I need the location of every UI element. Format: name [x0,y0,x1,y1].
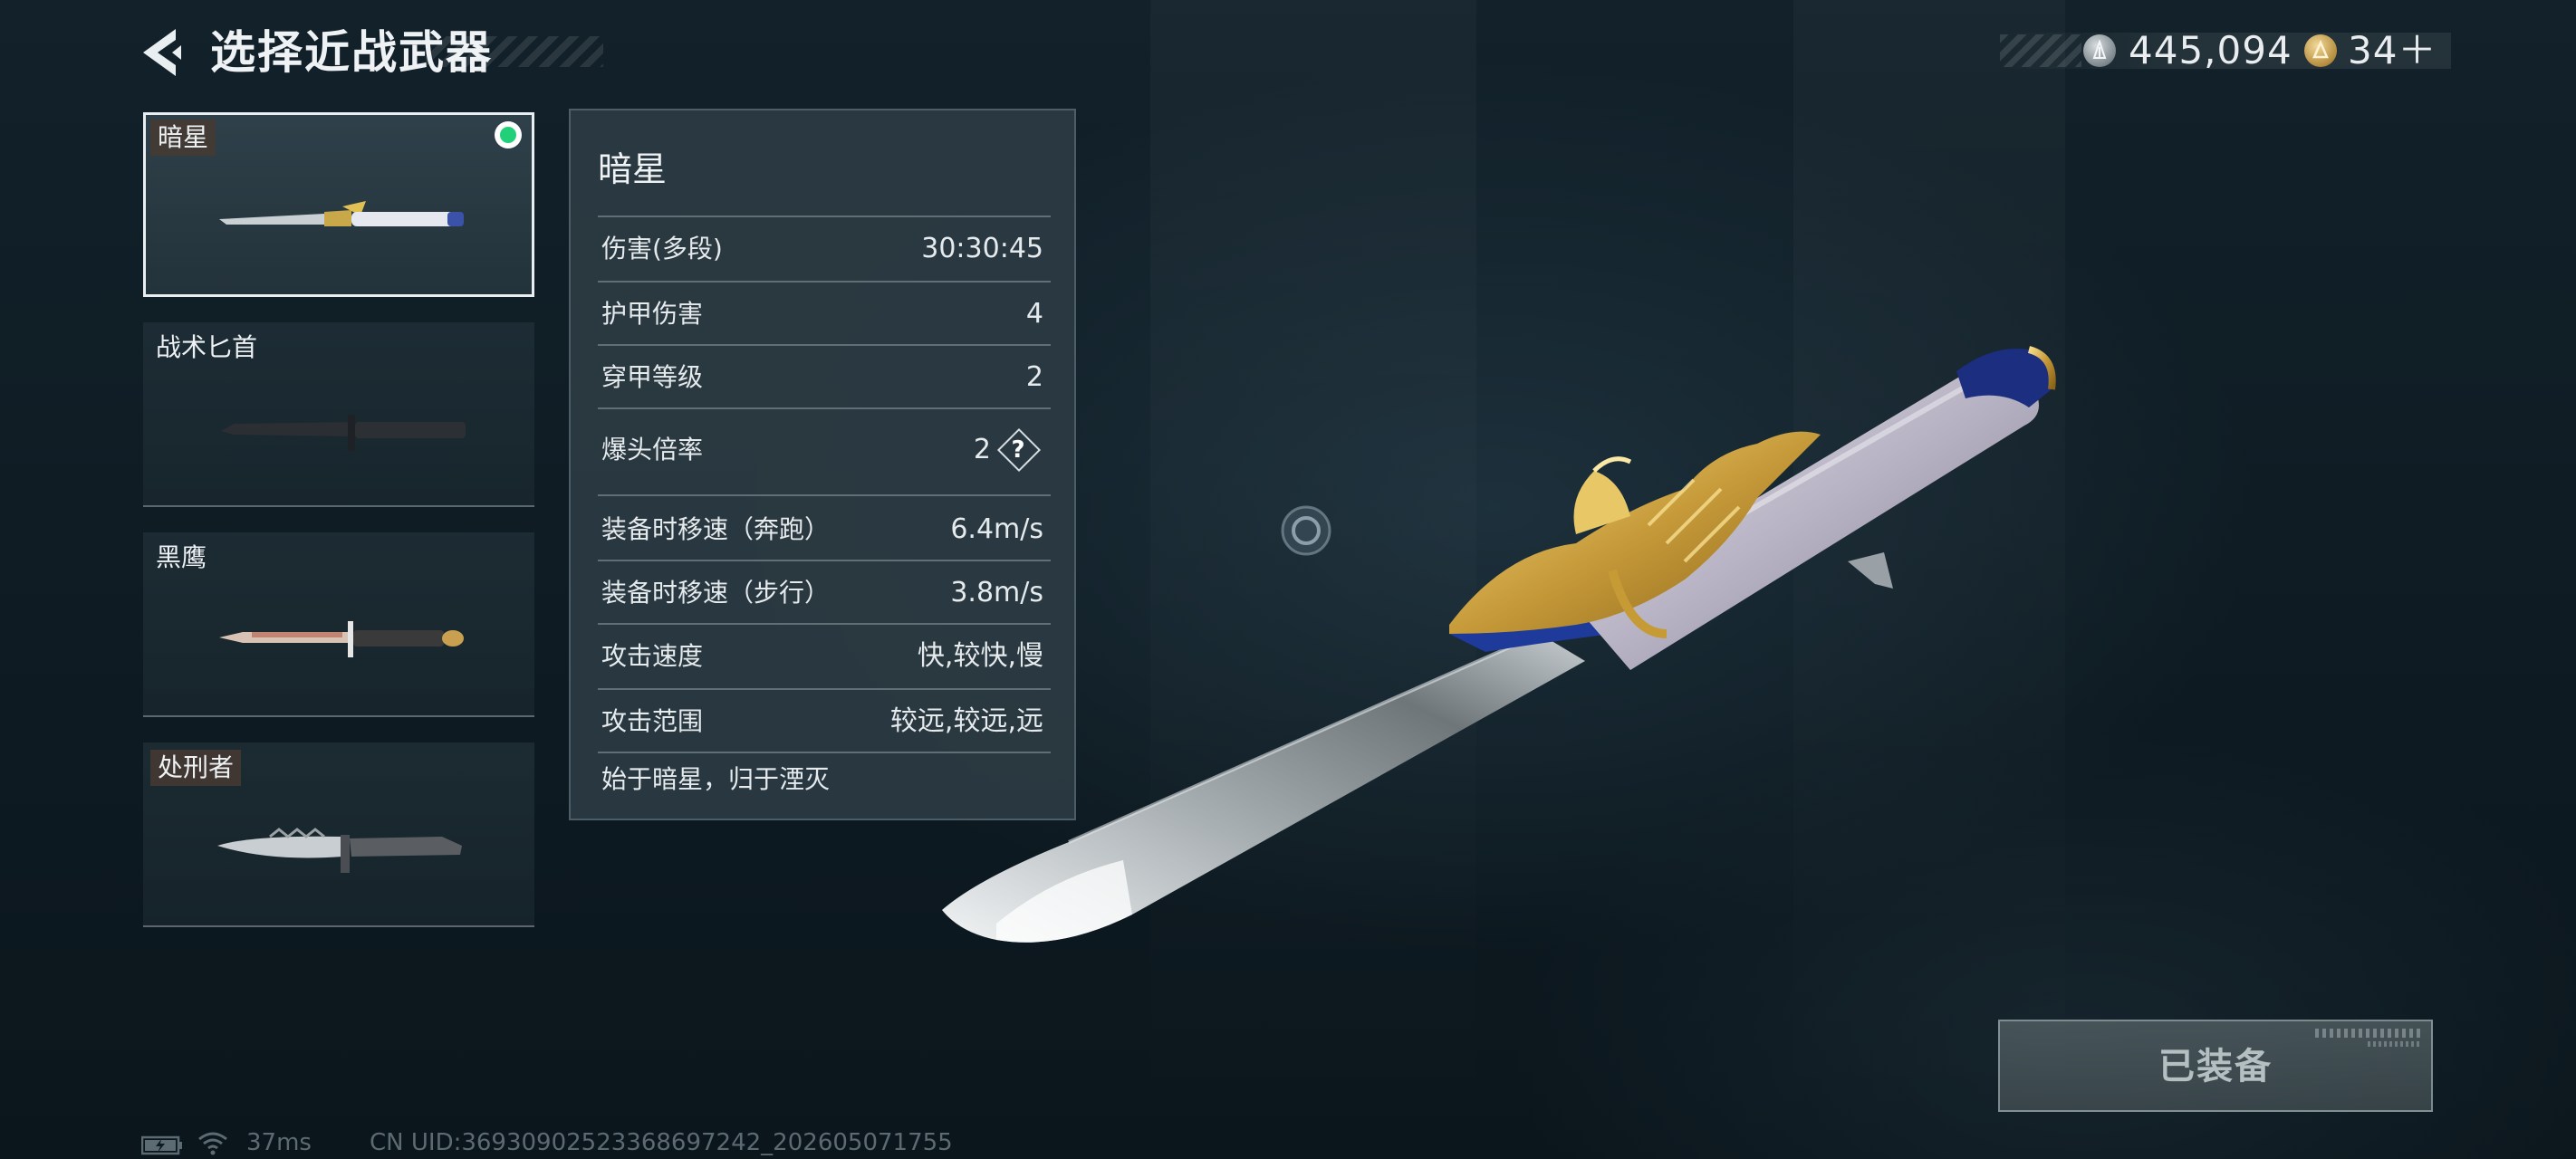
currency-decoration [2000,34,2081,67]
equipped-indicator [495,121,522,148]
status-footer: 37ms CN UID:3693090252336869724​2_202605… [141,1126,1138,1159]
knife-thumbnail-tactical-dagger [221,415,466,451]
card-divider [143,505,534,507]
equipped-button-label: 已装备 [2158,1046,2273,1087]
melee-weapon-select-screen: 选择近战武器 445,094 34＋ 暗星 战术匕首 黑鹰 处刑者 暗星 伤害(… [0,0,2576,1159]
knife-thumbnail-black-hawk [219,621,464,657]
chevron-left-icon [143,29,181,76]
weapon-card-name: 战术匕首 [156,332,258,362]
card-divider [143,925,534,927]
stat-label: 伤害(多段) [601,234,723,263]
weapon-card-name: 黑鹰 [156,542,207,572]
battery-charging-icon [141,1135,182,1155]
stat-label: 穿甲等级 [601,362,704,392]
silver-coin-icon [2083,34,2116,67]
wifi-icon [198,1132,227,1155]
stats-weapon-name: 暗星 [598,149,668,189]
stat-label: 装备时移速（奔跑） [601,514,831,544]
stat-label: 攻击速度 [601,641,704,671]
stat-value: 30:30:45 [921,233,1043,264]
weapon-flavor-text: 始于暗星，归于湮灭 [601,764,831,794]
gold-coin-icon [2304,34,2337,67]
title-decoration [426,36,603,67]
stat-row-damage: 伤害(多段) 30:30:45 [598,217,1047,281]
equipped-button[interactable]: 已装备 [1998,1020,2433,1112]
weapon-card-executioner[interactable]: 处刑者 [143,742,534,927]
stat-label: 爆头倍率 [601,435,704,465]
stat-label: 攻击范围 [601,706,704,736]
gold-currency-amount[interactable]: 34＋ [2348,25,2437,76]
knife-model-anxing [942,346,2056,943]
knife-thumbnail-executioner [217,828,462,873]
card-divider [143,715,534,717]
stat-label: 装备时移速（步行） [601,578,831,608]
silver-currency-amount: 445,094 [2129,28,2292,72]
button-decoration [2315,1029,2422,1038]
weapon-card-anxing[interactable]: 暗星 [143,112,534,297]
weapon-card-name: 暗星 [150,120,216,156]
user-uid: CN UID:3693090252336869724​2_20260507175… [370,1129,953,1156]
back-button[interactable] [136,25,190,80]
stat-label: 护甲伤害 [601,299,704,329]
weapon-card-tactical-dagger[interactable]: 战术匕首 [143,322,534,507]
weapon-card-black-hawk[interactable]: 黑鹰 [143,532,534,717]
ping-readout: 37ms [246,1129,312,1156]
weapon-card-name: 处刑者 [150,750,242,786]
knife-thumbnail-anxing [219,201,464,226]
stat-value: 4 [1025,298,1043,330]
